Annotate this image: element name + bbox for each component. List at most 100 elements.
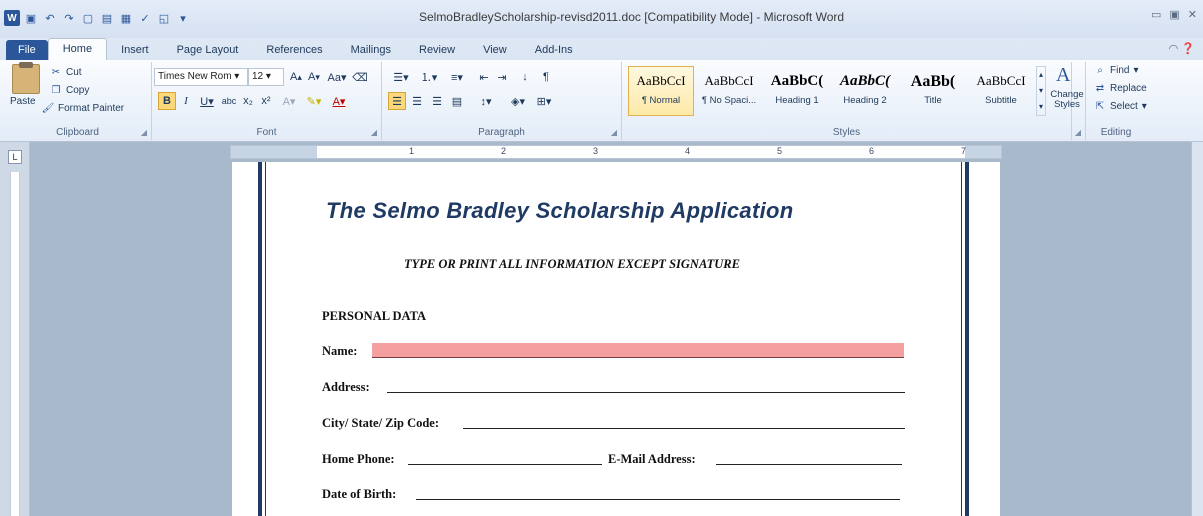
replace-label: Replace	[1110, 82, 1147, 94]
sort-icon[interactable]: ↓	[516, 68, 534, 86]
change-case-icon[interactable]: Aa▾	[326, 68, 348, 86]
shrink-font-icon[interactable]: A ▾	[306, 68, 322, 86]
style-sample: AaBbCcI	[976, 73, 1026, 88]
style-sample: AaBbC(	[839, 73, 890, 89]
name-field[interactable]	[372, 343, 904, 358]
tab-mailings[interactable]: Mailings	[337, 40, 405, 60]
line-spacing-icon[interactable]: ↕▾	[474, 92, 498, 110]
style-no-spacing[interactable]: AaBbCcI ¶ No Spaci...	[696, 66, 762, 116]
highlight-icon[interactable]: ✎▾	[302, 92, 326, 110]
paste-button[interactable]: Paste	[10, 96, 36, 107]
tab-add-ins[interactable]: Add-Ins	[521, 40, 587, 60]
align-center-icon[interactable]: ☰	[408, 92, 426, 110]
change-styles-group: A Change Styles ◢	[1046, 62, 1086, 140]
dob-field[interactable]	[416, 499, 900, 500]
styles-launcher-icon[interactable]: ◢	[1075, 128, 1081, 137]
clipboard-launcher-icon[interactable]: ◢	[141, 128, 147, 137]
replace-button[interactable]: ⇄ Replace	[1094, 82, 1147, 94]
cut-button[interactable]: ✂ Cut	[50, 66, 82, 78]
multilevel-list-icon[interactable]: ≡▾	[444, 68, 470, 86]
close-icon[interactable]: ✕	[1188, 8, 1197, 21]
select-button[interactable]: ⇱ Select ▾	[1094, 100, 1147, 112]
tab-home[interactable]: Home	[47, 38, 108, 60]
font-launcher-icon[interactable]: ◢	[371, 128, 377, 137]
email-field[interactable]	[716, 464, 902, 465]
show-formatting-icon[interactable]: ¶	[538, 68, 554, 86]
increase-indent-icon[interactable]: ⇥	[494, 68, 510, 86]
vertical-scrollbar[interactable]	[1191, 142, 1203, 516]
style-sample: AaBbCcI	[704, 73, 754, 88]
address-field[interactable]	[387, 392, 905, 393]
tab-references[interactable]: References	[252, 40, 336, 60]
style-heading-2[interactable]: AaBbC( Heading 2	[832, 66, 898, 116]
justify-icon[interactable]: ▤	[448, 92, 466, 110]
window-controls: ▭ ▣ ✕	[1151, 8, 1197, 21]
tab-selector-icon[interactable]: L	[8, 150, 22, 164]
tab-view[interactable]: View	[469, 40, 521, 60]
superscript-icon[interactable]: x²	[258, 92, 274, 110]
align-left-icon[interactable]: ☰	[388, 92, 406, 110]
format-painter-button[interactable]: 🖌 Format Painter	[42, 102, 124, 114]
align-right-icon[interactable]: ☰	[428, 92, 446, 110]
restore-icon[interactable]: ▣	[1169, 8, 1179, 21]
style-name: ¶ No Spaci...	[701, 95, 757, 106]
tab-insert[interactable]: Insert	[107, 40, 163, 60]
copy-label: Copy	[66, 84, 90, 96]
font-name-combo[interactable]: Times New Rom ▾	[154, 68, 248, 86]
bold-button[interactable]: B	[158, 92, 176, 110]
home-phone-label: Home Phone:	[322, 452, 395, 466]
font-group-label: Font	[256, 127, 277, 138]
tab-page-layout[interactable]: Page Layout	[163, 40, 253, 60]
decrease-indent-icon[interactable]: ⇤	[476, 68, 492, 86]
paragraph-launcher-icon[interactable]: ◢	[611, 128, 617, 137]
italic-button[interactable]: I	[178, 92, 194, 110]
vertical-ruler[interactable]	[10, 172, 20, 516]
style-title[interactable]: AaBb( Title	[900, 66, 966, 116]
underline-button[interactable]: U▾	[196, 92, 218, 110]
help-icon[interactable]: ◠ ❓	[1169, 42, 1195, 55]
tab-file[interactable]: File	[6, 40, 48, 60]
copy-button[interactable]: ❐ Copy	[50, 84, 90, 96]
ruler-number: 7	[961, 146, 967, 156]
bullets-icon[interactable]: ☰▾	[388, 68, 414, 86]
styles-group: AaBbCcI ¶ Normal AaBbCcI ¶ No Spaci... A…	[622, 62, 1072, 140]
minimize-icon[interactable]: ▭	[1151, 8, 1161, 21]
style-normal[interactable]: AaBbCcI ¶ Normal	[628, 66, 694, 116]
shading-icon[interactable]: ◈▾	[506, 92, 530, 110]
ruler-right-margin	[965, 146, 1001, 158]
styles-scroll-icon[interactable]: ▴ ▾ ▾	[1036, 66, 1046, 116]
text-effects-icon[interactable]: A▾	[278, 92, 300, 110]
ruler-number: 2	[501, 146, 507, 156]
change-styles-button[interactable]: Change Styles	[1050, 90, 1084, 110]
paragraph-group: ☰▾ ⒈▾ ≡▾ ⇤ ⇥ ↓ ¶ ☰ ☰ ☰ ▤ ↕▾ ◈▾ ⊞▾ Paragr…	[382, 62, 622, 140]
binoculars-icon: ⌕	[1097, 64, 1103, 76]
tab-review[interactable]: Review	[405, 40, 469, 60]
ruler-number: 4	[685, 146, 691, 156]
grow-font-icon[interactable]: A ▴	[288, 68, 304, 86]
find-button[interactable]: ⌕ Find ▾	[1094, 64, 1138, 76]
ribbon-tabs: File Home Insert Page Layout References …	[0, 38, 1203, 60]
paste-icon[interactable]	[12, 62, 40, 94]
style-name: ¶ Normal	[641, 95, 681, 106]
name-label: Name:	[322, 344, 358, 358]
clear-formatting-icon[interactable]: ⌫	[352, 68, 368, 86]
style-sample: AaBb(	[910, 73, 956, 90]
style-name: Heading 1	[775, 95, 819, 106]
subscript-icon[interactable]: x₂	[240, 92, 256, 110]
format-painter-icon: 🖌	[41, 102, 55, 114]
numbering-icon[interactable]: ⒈▾	[416, 68, 442, 86]
address-label: Address:	[322, 380, 370, 394]
style-name: Title	[924, 95, 942, 106]
editing-group-label: Editing	[1100, 127, 1132, 138]
home-phone-field[interactable]	[408, 464, 602, 465]
strikethrough-icon[interactable]: abc	[220, 92, 238, 110]
window-title: SelmoBradleyScholarship-revisd2011.doc […	[418, 10, 845, 24]
style-subtitle[interactable]: AaBbCcI Subtitle	[968, 66, 1034, 116]
change-styles-icon[interactable]: A	[1056, 64, 1070, 87]
city-state-zip-field[interactable]	[463, 428, 905, 429]
style-heading-1[interactable]: AaBbC( Heading 1	[764, 66, 830, 116]
font-size-combo[interactable]: 12 ▾	[248, 68, 284, 86]
borders-icon[interactable]: ⊞▾	[532, 92, 556, 110]
horizontal-ruler[interactable]: 1 2 3 4 5 6 7	[230, 145, 1002, 159]
font-color-icon[interactable]: A▾	[328, 92, 350, 110]
